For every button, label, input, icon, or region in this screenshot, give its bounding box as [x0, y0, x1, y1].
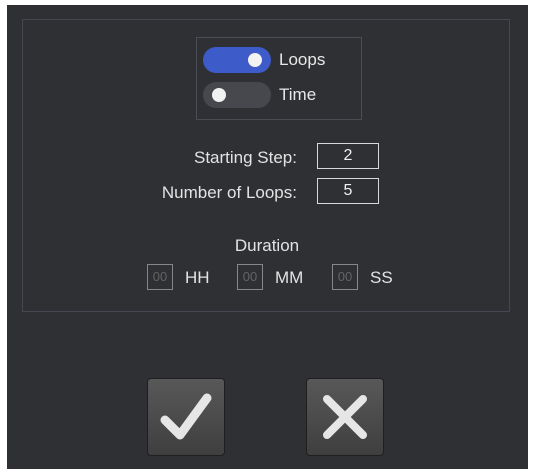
cancel-button[interactable] — [306, 378, 384, 456]
starting-step-label: Starting Step: — [193, 148, 297, 167]
loops-toggle-row[interactable]: Loops — [203, 47, 325, 73]
mode-selector: Loops Time — [196, 37, 362, 120]
toggle-knob — [212, 88, 226, 102]
toggle-knob — [248, 53, 262, 67]
check-icon — [160, 393, 212, 440]
time-label: Time — [279, 85, 317, 104]
seconds-input[interactable]: 00 — [332, 264, 358, 290]
seconds-unit: SS — [370, 268, 393, 287]
time-toggle[interactable] — [203, 82, 271, 108]
loops-label: Loops — [279, 50, 326, 69]
minutes-input[interactable]: 00 — [237, 264, 263, 290]
settings-panel: Loops Time Starting Step: 2 Number of Lo… — [22, 19, 510, 312]
duration-title: Duration — [234, 236, 300, 255]
number-of-loops-input[interactable]: 5 — [317, 178, 379, 204]
confirm-button[interactable] — [147, 378, 225, 456]
time-toggle-row[interactable]: Time — [203, 82, 316, 108]
loops-toggle[interactable] — [203, 47, 271, 73]
hours-unit: HH — [185, 268, 210, 287]
loop-dialog: Loops Time Starting Step: 2 Number of Lo… — [7, 5, 528, 469]
minutes-unit: MM — [275, 268, 304, 287]
hours-input[interactable]: 00 — [147, 264, 173, 290]
starting-step-input[interactable]: 2 — [317, 143, 379, 169]
close-icon — [323, 395, 367, 439]
number-of-loops-label: Number of Loops: — [161, 183, 297, 202]
